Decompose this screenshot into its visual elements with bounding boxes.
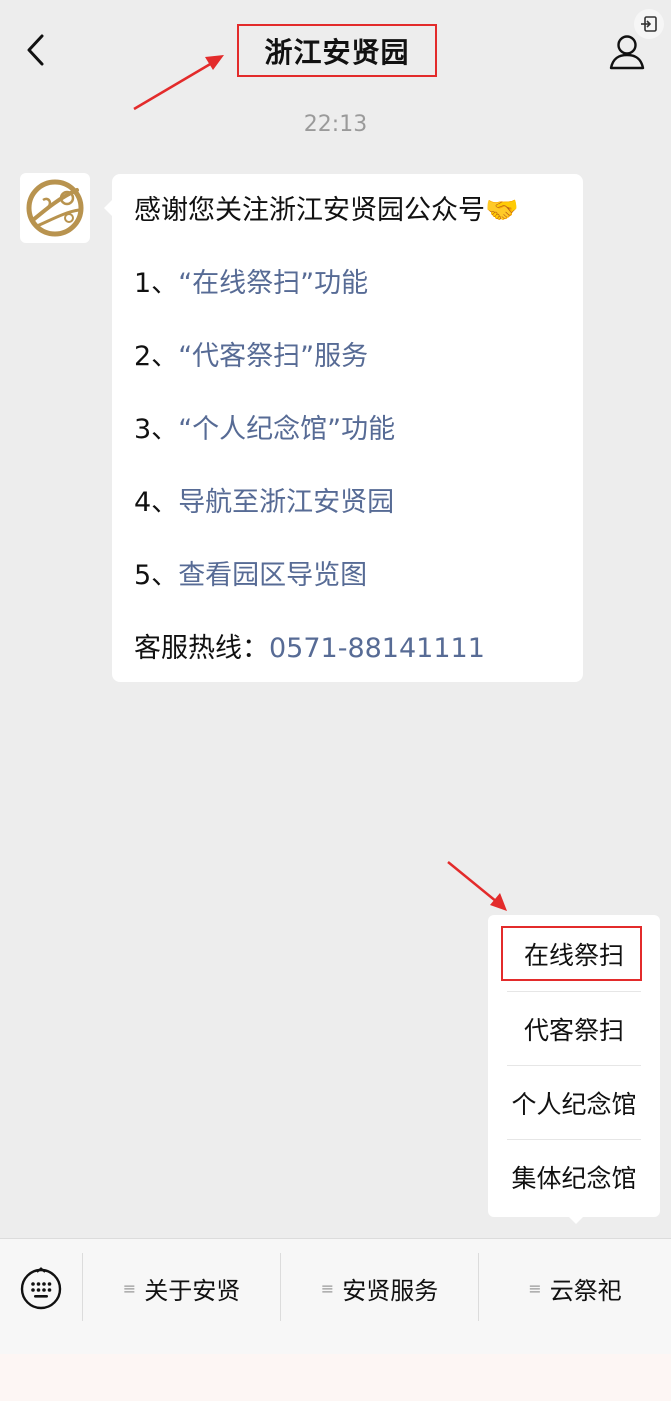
page-title-box: 浙江安贤园 (237, 24, 437, 77)
proxy-sweep-link[interactable]: “代客祭扫”服务 (178, 341, 368, 372)
message-item-2: 2、“代客祭扫”服务 (134, 340, 583, 413)
bottom-menu-bar: ≡ 关于安贤 ≡ 安贤服务 ≡ 云祭祀 (0, 1238, 671, 1354)
item-number: 5、 (134, 560, 179, 591)
chevron-left-icon (27, 34, 44, 66)
park-map-link[interactable]: 查看园区导览图 (178, 560, 367, 591)
menu-arrow-head (490, 893, 507, 911)
hamburger-icon: ≡ (320, 1278, 335, 1298)
submenu-popup: 在线祭扫 代客祭扫 个人纪念馆 集体纪念馆 (488, 915, 660, 1224)
avatar[interactable] (20, 173, 90, 243)
message-item-5: 5、查看园区导览图 (134, 559, 583, 632)
item-number: 1、 (134, 268, 179, 299)
hotline-number[interactable]: 0571-88141111 (269, 633, 485, 664)
back-button[interactable] (14, 28, 58, 72)
bottom-tab-about[interactable]: ≡ 关于安贤 (83, 1239, 280, 1337)
submenu-item-personal-memorial[interactable]: 个人纪念馆 (507, 1066, 641, 1140)
highlight-box (501, 926, 642, 981)
bottom-tab-label: 云祭祀 (549, 1276, 622, 1305)
bottom-tab-label: 关于安贤 (144, 1276, 241, 1305)
keyboard-icon (20, 1267, 62, 1310)
anxian-logo-icon (26, 179, 84, 237)
message-timestamp: 22:13 (303, 112, 368, 137)
message-item-3: 3、“个人纪念馆”功能 (134, 413, 583, 486)
personal-memorial-link[interactable]: “个人纪念馆” (178, 414, 341, 445)
message-bubble: 感谢您关注浙江安贤园公众号🤝 1、“在线祭扫”功能 2、“代客祭扫”服务 3、“… (104, 174, 583, 682)
submenu-item-collective-memorial[interactable]: 集体纪念馆 (507, 1140, 641, 1214)
page-title: 浙江安贤园 (264, 35, 410, 69)
person-icon (609, 35, 645, 70)
online-sweep-link-suffix[interactable]: 功能 (314, 268, 368, 299)
online-sweep-link[interactable]: “在线祭扫” (178, 268, 314, 299)
message-greeting: 感谢您关注浙江安贤园公众号🤝 (134, 195, 519, 226)
hotline-label: 客服热线： (134, 633, 269, 664)
bottom-tab-cloud-worship[interactable]: ≡ 云祭祀 (479, 1239, 671, 1337)
item-number: 4、 (134, 487, 179, 518)
item-number: 2、 (134, 341, 179, 372)
message-item-1: 1、“在线祭扫”功能 (134, 267, 583, 340)
bottom-tab-services[interactable]: ≡ 安贤服务 (281, 1239, 478, 1337)
hamburger-icon: ≡ (122, 1278, 137, 1298)
message-item-4: 4、导航至浙江安贤园 (134, 486, 583, 559)
keyboard-toggle-button[interactable] (17, 1265, 65, 1313)
exit-button[interactable] (634, 9, 664, 39)
item-number: 3、 (134, 414, 179, 445)
submenu-item-proxy-sweep[interactable]: 代客祭扫 (507, 992, 641, 1066)
personal-memorial-link-suffix[interactable]: 功能 (341, 414, 395, 445)
bottom-tab-label: 安贤服务 (342, 1276, 439, 1305)
exit-icon (641, 16, 657, 32)
menu-arrow-line (447, 861, 498, 903)
home-indicator-area (0, 1354, 671, 1401)
hamburger-icon: ≡ (528, 1278, 542, 1298)
message-hotline: 客服热线：0571-88141111 (134, 632, 583, 705)
navigation-link[interactable]: 导航至浙江安贤园 (178, 487, 394, 518)
nav-header: 浙江安贤园 (0, 0, 671, 100)
